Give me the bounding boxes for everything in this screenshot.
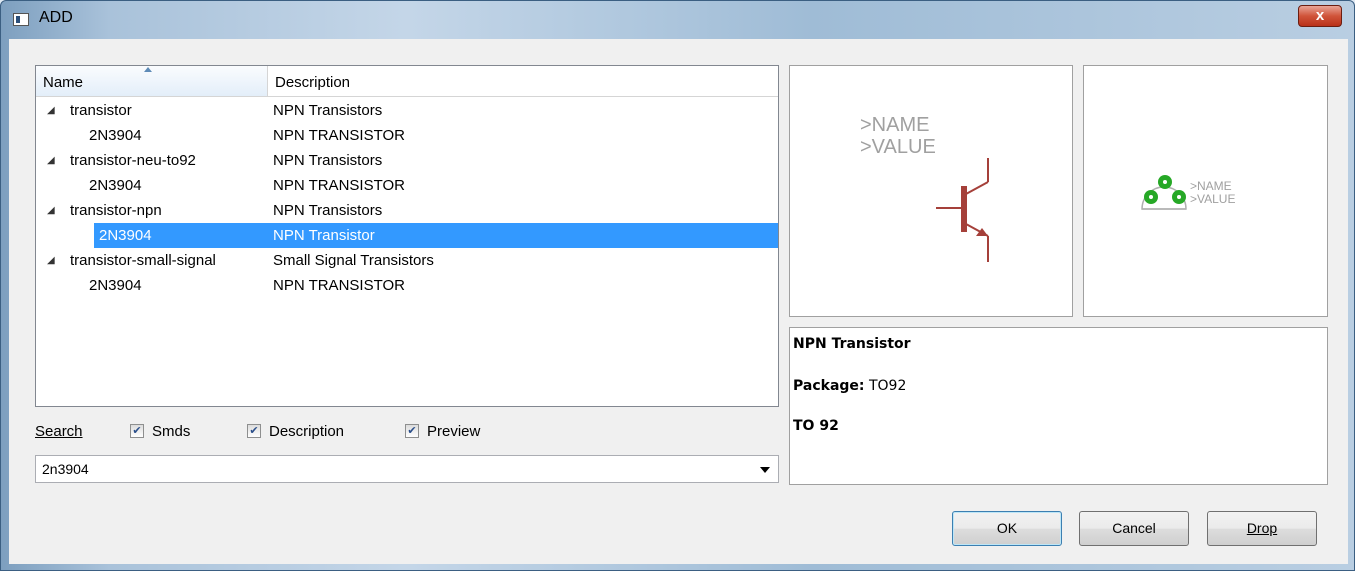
column-header-name[interactable]: Name [36, 66, 268, 96]
tree-row-description: Small Signal Transistors [273, 252, 434, 269]
tree-device-row[interactable]: 2N3904 NPN TRANSISTOR [36, 273, 778, 298]
tree-group-row[interactable]: ◢ transistor-neu-to92 NPN Transistors [36, 148, 778, 173]
tree-row-description: NPN TRANSISTOR [273, 127, 405, 144]
close-button[interactable]: x [1298, 5, 1342, 27]
tree-row-description: NPN Transistors [273, 202, 383, 219]
tree-row-description: NPN Transistor [273, 227, 375, 244]
device-info-panel: NPN Transistor Package: TO92 TO 92 [789, 327, 1328, 485]
tree-row-description: NPN Transistors [273, 102, 383, 119]
tree-row-name: transistor-small-signal [70, 252, 216, 269]
package-footer: TO 92 [793, 418, 839, 434]
tree-row-name: 2N3904 [94, 223, 152, 248]
tree-row-description: NPN TRANSISTOR [273, 177, 405, 194]
drop-button-label: Drop [1246, 520, 1278, 536]
tree-row-description: NPN Transistors [273, 152, 383, 169]
symbol-value-placeholder: >VALUE [860, 136, 936, 158]
search-label: Search [35, 423, 83, 440]
title-bar[interactable]: ADD x [1, 1, 1355, 39]
tree-device-row[interactable]: 2N3904 NPN TRANSISTOR [36, 123, 778, 148]
package-value-placeholder: >VALUE [1190, 192, 1235, 206]
check-icon: ✔ [249, 424, 259, 437]
sort-ascending-icon [144, 67, 152, 72]
ok-button[interactable]: OK [952, 511, 1062, 546]
description-label[interactable]: Description [269, 423, 344, 440]
package-line: Package: TO92 [793, 378, 906, 394]
to92-package-icon: >NAME >VALUE [1141, 175, 1235, 210]
check-icon: ✔ [407, 424, 417, 437]
preview-label[interactable]: Preview [427, 423, 480, 440]
preview-checkbox[interactable]: ✔ [405, 424, 419, 438]
tree-row-description: NPN TRANSISTOR [273, 277, 405, 294]
column-header-description[interactable]: Description [268, 66, 778, 96]
tree-row-name: 2N3904 [89, 177, 142, 194]
expand-collapse-icon[interactable]: ◢ [47, 98, 55, 123]
tree-header: Name Description [36, 66, 778, 97]
package-name-placeholder: >NAME [1190, 179, 1232, 193]
description-checkbox[interactable]: ✔ [247, 424, 261, 438]
tree-group-row[interactable]: ◢ transistor-small-signal Small Signal Tra… [36, 248, 778, 273]
tree-row-name: transistor [70, 102, 132, 119]
column-header-name-label: Name [43, 74, 84, 91]
device-title: NPN Transistor [793, 336, 911, 352]
tree-group-row[interactable]: ◢ transistor-npn NPN Transistors [36, 198, 778, 223]
search-combo[interactable]: 2n3904 [35, 455, 779, 483]
window-icon [13, 13, 29, 26]
library-tree[interactable]: Name Description ◢ transistor NPN Transist… [35, 65, 779, 407]
package-value: TO92 [868, 378, 907, 394]
window-title: ADD [39, 9, 73, 26]
dialog-window: ADD x Name Description ◢ transistor NPN Tr… [0, 0, 1355, 571]
symbol-preview: >NAME >VALUE [789, 65, 1073, 317]
cancel-button[interactable]: Cancel [1079, 511, 1189, 546]
package-preview: >NAME >VALUE [1083, 65, 1328, 317]
dropdown-arrow-icon[interactable] [760, 467, 770, 473]
column-header-description-label: Description [275, 74, 351, 91]
tree-row-name: 2N3904 [89, 277, 142, 294]
expand-collapse-icon[interactable]: ◢ [47, 248, 55, 273]
drop-button[interactable]: Drop [1207, 511, 1317, 546]
symbol-name-placeholder: >NAME [860, 114, 929, 136]
transistor-symbol-icon: >NAME >VALUE [860, 114, 989, 262]
smds-label[interactable]: Smds [152, 423, 190, 440]
expand-collapse-icon[interactable]: ◢ [47, 198, 55, 223]
expand-collapse-icon[interactable]: ◢ [47, 148, 55, 173]
search-input[interactable]: 2n3904 [42, 461, 89, 477]
tree-row-name: transistor-neu-to92 [70, 152, 196, 169]
package-label: Package: [793, 378, 865, 394]
search-label-text: Search [35, 423, 83, 440]
dialog-client-area: Name Description ◢ transistor NPN Transist… [9, 39, 1348, 564]
tree-device-row[interactable]: 2N3904 NPN Transistor [94, 223, 778, 248]
smds-checkbox[interactable]: ✔ [130, 424, 144, 438]
check-icon: ✔ [132, 424, 142, 437]
tree-device-row[interactable]: 2N3904 NPN TRANSISTOR [36, 173, 778, 198]
tree-row-name: 2N3904 [89, 127, 142, 144]
tree-row-name: transistor-npn [70, 202, 162, 219]
tree-group-row[interactable]: ◢ transistor NPN Transistors [36, 98, 778, 123]
